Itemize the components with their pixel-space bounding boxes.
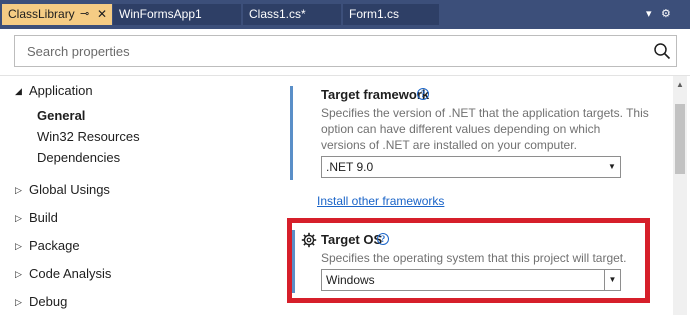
target-framework-dropdown[interactable]: .NET 9.0 ▼ <box>321 156 621 178</box>
dropdown-value: .NET 9.0 <box>326 160 374 174</box>
expanded-arrow-icon[interactable]: ◢ <box>15 86 22 97</box>
target-framework-description-line: Specifies the version of .NET that the a… <box>321 106 649 120</box>
tab-winformsapp1[interactable]: WinFormsApp1 <box>113 4 241 25</box>
settings-icon[interactable]: ⚙ <box>661 4 671 25</box>
nav-item-global-usings[interactable]: Global Usings <box>29 182 110 197</box>
info-icon[interactable]: ? <box>417 88 429 100</box>
pin-icon[interactable]: ⊸ <box>80 4 89 25</box>
target-framework-title: Target framework <box>321 87 430 102</box>
nav-item-package[interactable]: Package <box>29 238 80 253</box>
tab-list-dropdown-icon[interactable]: ▾ <box>646 4 652 25</box>
nav-item-dependencies[interactable]: Dependencies <box>37 150 120 165</box>
tab-classlibrary[interactable]: ClassLibrary ⊸ ✕ <box>2 4 112 25</box>
scrollbar-thumb[interactable] <box>675 104 685 174</box>
collapsed-arrow-icon[interactable]: ▷ <box>15 269 22 280</box>
nav-item-general[interactable]: General <box>37 108 85 123</box>
tab-label: Form1.cs <box>349 7 400 21</box>
nav-item-debug[interactable]: Debug <box>29 294 67 309</box>
tab-label: ClassLibrary <box>8 7 75 21</box>
tab-class1-cs[interactable]: Class1.cs* <box>243 4 341 25</box>
scroll-up-icon[interactable]: ▲ <box>676 80 684 89</box>
nav-item-code-analysis[interactable]: Code Analysis <box>29 266 111 281</box>
nav-item-application[interactable]: Application <box>29 83 93 98</box>
install-other-frameworks-link[interactable]: Install other frameworks <box>317 194 444 208</box>
collapsed-arrow-icon[interactable]: ▷ <box>15 185 22 196</box>
search-icon[interactable] <box>653 42 671 60</box>
target-framework-description-line: versions of .NET are installed on your c… <box>321 138 577 152</box>
search-box <box>14 35 677 67</box>
highlight-box <box>287 218 650 303</box>
collapsed-arrow-icon[interactable]: ▷ <box>15 213 22 224</box>
chevron-down-icon: ▼ <box>608 162 616 171</box>
nav-item-win32-resources[interactable]: Win32 Resources <box>37 129 140 144</box>
separator <box>0 75 690 76</box>
target-framework-description-line: option can have different values dependi… <box>321 122 601 136</box>
search-input[interactable] <box>15 36 645 66</box>
nav-item-build[interactable]: Build <box>29 210 58 225</box>
section-accent-bar <box>290 86 293 180</box>
document-tab-strip: ClassLibrary ⊸ ✕ WinFormsApp1 Class1.cs*… <box>0 0 690 29</box>
close-icon[interactable]: ✕ <box>97 4 107 25</box>
tab-label: Class1.cs* <box>249 7 306 21</box>
tab-label: WinFormsApp1 <box>119 7 202 21</box>
tab-form1-cs[interactable]: Form1.cs <box>343 4 439 25</box>
collapsed-arrow-icon[interactable]: ▷ <box>15 297 22 308</box>
collapsed-arrow-icon[interactable]: ▷ <box>15 241 22 252</box>
